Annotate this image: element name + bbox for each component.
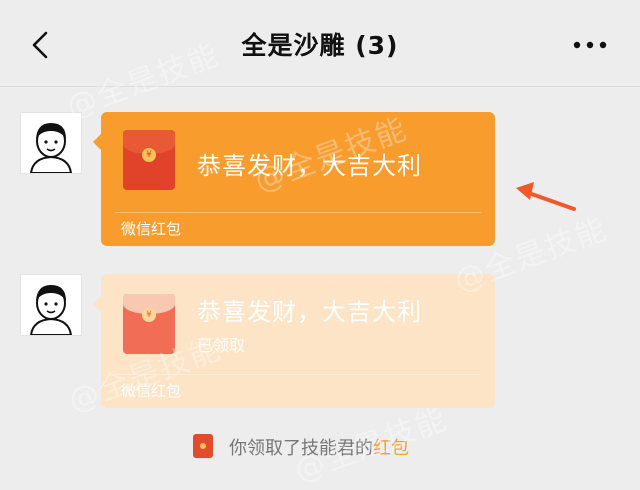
chat-title: 全是沙雕 (3) (241, 31, 399, 60)
opened-red-envelope-icon: ¥ (123, 294, 175, 354)
red-envelope-icon: ¥ (123, 130, 175, 190)
red-arrow-annotation-icon (516, 182, 576, 211)
divider (115, 212, 481, 213)
red-packet-greeting: 恭喜发财，大吉大利 (197, 152, 422, 180)
cartoon-boy-avatar-icon (29, 123, 73, 173)
sender-avatar[interactable] (20, 112, 82, 174)
bubble-tail (93, 296, 101, 312)
sender-avatar[interactable] (20, 274, 82, 336)
bubble-tail (93, 134, 101, 150)
claimed-status: 已领取 (197, 336, 246, 355)
system-notice: 你领取了技能君的红包 (0, 432, 640, 460)
chat-header: 全是沙雕 (3) (0, 0, 640, 87)
red-packet-label: 微信红包 (121, 220, 182, 238)
notice-text: 你领取了技能君的红包 (229, 434, 409, 460)
red-packet-label: 微信红包 (121, 382, 182, 400)
red-packet-message-claimed[interactable]: ¥ 恭喜发财，大吉大利 已领取 微信红包 (93, 274, 495, 408)
divider (115, 374, 481, 375)
small-red-envelope-icon (193, 434, 213, 458)
red-packet-greeting: 恭喜发财，大吉大利 (197, 298, 422, 326)
red-packet-message-unopened[interactable]: ¥ 恭喜发财，大吉大利 微信红包 (93, 112, 495, 246)
more-options-icon[interactable] (572, 40, 608, 50)
cartoon-boy-avatar-icon (29, 285, 73, 335)
red-packet-link[interactable]: 红包 (373, 438, 409, 459)
notice-prefix: 你领取了技能君的 (229, 438, 373, 459)
